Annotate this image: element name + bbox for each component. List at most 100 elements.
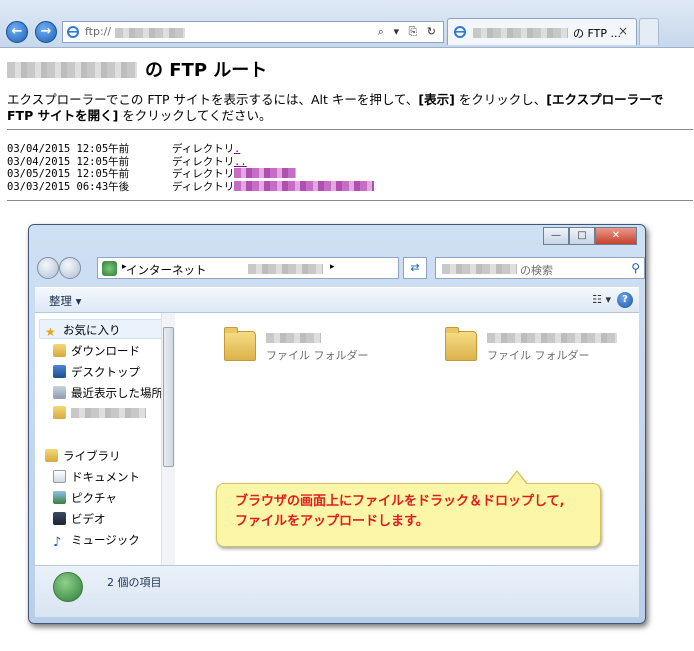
explorer-window: — □ ✕ ▸ インターネット ▸ ⇄ の検索 ⚲ 整理 ▾ ☷ ▾ ? ★ お気…: [28, 224, 646, 624]
minimize-icon[interactable]: —: [543, 227, 569, 245]
nav-recent[interactable]: 最近表示した場所: [53, 385, 163, 401]
tab-label: の FTP ...: [573, 27, 621, 40]
explorer-forward-icon[interactable]: [59, 257, 81, 279]
help-icon[interactable]: ?: [617, 292, 633, 308]
folder-item[interactable]: ファイル フォルダー: [445, 327, 645, 371]
redacted-folder-link[interactable]: [234, 168, 296, 178]
nav-label: 最近表示した場所: [71, 386, 163, 400]
address-bar[interactable]: ftp:// ⌕ ▾ ⎘ ↻: [62, 21, 444, 43]
explorer-body: ★ お気に入り ダウンロード デスクトップ 最近表示した場所 ライブラリ ドキュメ…: [35, 313, 639, 565]
nav-documents[interactable]: ドキュメント: [53, 469, 140, 485]
redacted-host: [115, 28, 185, 38]
nav-libraries[interactable]: ライブラリ: [45, 448, 121, 464]
desktop-icon: [53, 365, 66, 378]
callout-line: ブラウザの画面上にファイルをドラック＆ドロップして,: [235, 494, 565, 509]
nav-pictures[interactable]: ピクチャ: [53, 490, 117, 506]
close-icon[interactable]: ✕: [595, 227, 637, 245]
search-placeholder: の検索: [520, 264, 553, 277]
intro-part: をクリックし、: [454, 92, 547, 107]
nav-downloads[interactable]: ダウンロード: [53, 343, 140, 359]
page-title: の FTP ルート: [7, 56, 267, 82]
nav-label: ライブラリ: [63, 449, 121, 463]
listing-row: 03/04/2015 12:05午前 ディレクトリ.: [7, 141, 374, 155]
divider: [7, 129, 693, 130]
view-options-button[interactable]: ☷ ▾: [592, 293, 611, 306]
ie-tab-icon: [454, 26, 466, 38]
nav-label: お気に入り: [63, 323, 121, 337]
callout-line: ファイルをアップロードします。: [235, 514, 429, 529]
redacted-folder-link[interactable]: [234, 180, 374, 191]
row-date: 03/03/2015 06:43午後: [7, 180, 130, 193]
explorer-nav-bar: ▸ インターネット ▸ ⇄ の検索 ⚲: [37, 255, 645, 281]
redacted-breadcrumb: [248, 264, 323, 274]
address-text: ftp://: [85, 25, 112, 38]
breadcrumb-separator-icon: ▸: [330, 262, 335, 272]
redacted-tab-title: [473, 28, 568, 38]
recent-places-icon: [53, 386, 66, 399]
nav-label: ピクチャ: [71, 491, 117, 505]
organize-button[interactable]: 整理 ▾: [49, 293, 81, 309]
explorer-status-bar: 2 個の項目: [35, 565, 639, 617]
folder-icon: [445, 327, 477, 361]
redacted-folder-name: [71, 408, 146, 418]
tab-close-icon[interactable]: ×: [618, 24, 628, 38]
browser-toolbar: ← → ftp:// ⌕ ▾ ⎘ ↻ の FTP ... ×: [0, 0, 694, 48]
folder-type-label: ファイル フォルダー: [487, 349, 590, 362]
libraries-icon: [45, 449, 58, 462]
nav-label: ビデオ: [71, 512, 106, 526]
forward-arrow-icon[interactable]: →: [35, 21, 57, 43]
explorer-search-input[interactable]: の検索 ⚲: [435, 257, 645, 279]
folder-item[interactable]: ファイル フォルダー: [224, 327, 424, 371]
intro-text: エクスプローラーでこの FTP サイトを表示するには、Alt キーを押して、[表…: [7, 92, 687, 124]
new-tab-button[interactable]: [639, 18, 659, 45]
scrollbar-thumb[interactable]: [163, 327, 174, 467]
intro-part: エクスプローラーでこの FTP サイトを表示するには、Alt キーを押して、: [7, 92, 419, 107]
videos-icon: [53, 512, 66, 525]
pictures-icon: [53, 491, 66, 504]
back-arrow-icon[interactable]: ←: [6, 21, 28, 43]
navigation-pane: ★ お気に入り ダウンロード デスクトップ 最近表示した場所 ライブラリ ドキュメ…: [35, 313, 175, 565]
nav-label: ミュージック: [71, 533, 140, 547]
nav-label: ドキュメント: [71, 470, 140, 484]
address-action-icons[interactable]: ⌕ ▾ ⎘ ↻: [378, 25, 439, 39]
explorer-toolbar: 整理 ▾ ☷ ▾ ?: [35, 287, 639, 313]
breadcrumb-internet[interactable]: インターネット: [126, 262, 207, 278]
listing-row: 03/04/2015 12:05午前 ディレクトリ..: [7, 154, 374, 168]
drag-drop-callout: ブラウザの画面上にファイルをドラック＆ドロップして, ファイルをアップロードしま…: [216, 470, 601, 547]
maximize-icon[interactable]: □: [569, 227, 595, 245]
divider: [7, 200, 693, 201]
redacted-folder-name: [487, 333, 617, 343]
item-count: 2 個の項目: [107, 576, 162, 589]
music-icon: ♪: [53, 535, 62, 550]
explorer-address-bar[interactable]: ▸ インターネット ▸: [97, 257, 399, 279]
folder-type-label: ファイル フォルダー: [266, 349, 369, 362]
nav-label: デスクトップ: [71, 365, 140, 379]
listing-row: 03/03/2015 06:43午後 ディレクトリ: [7, 179, 374, 193]
ie-logo-icon: [67, 26, 79, 38]
nav-label: ダウンロード: [71, 344, 140, 358]
search-icon[interactable]: ⚲: [631, 261, 640, 275]
intro-part: をクリックしてください。: [118, 108, 272, 123]
explorer-back-icon[interactable]: [37, 257, 59, 279]
network-icon: [102, 261, 117, 276]
nav-music[interactable]: ♪ ミュージック: [53, 532, 140, 549]
nav-videos[interactable]: ビデオ: [53, 511, 106, 527]
nav-favorites[interactable]: ★ お気に入り: [45, 322, 121, 339]
row-type: ディレクトリ: [172, 180, 235, 193]
browser-tab[interactable]: の FTP ... ×: [447, 18, 637, 45]
nav-redacted-folder[interactable]: [53, 406, 146, 420]
network-folder-icon: [53, 572, 83, 602]
downloads-folder-icon: [53, 344, 66, 357]
folder-icon: [53, 406, 66, 419]
refresh-icon[interactable]: ⇄: [403, 257, 427, 279]
directory-listing: 03/04/2015 12:05午前 ディレクトリ. 03/04/2015 12:…: [7, 141, 374, 193]
folder-icon: [224, 327, 256, 361]
intro-view-menu: [表示]: [418, 92, 455, 107]
nav-scrollbar[interactable]: [161, 313, 175, 565]
nav-desktop[interactable]: デスクトップ: [53, 364, 140, 380]
page-title-text: の FTP ルート: [145, 60, 268, 81]
redacted-folder-name: [266, 333, 321, 343]
documents-icon: [53, 470, 66, 483]
redacted-site-name: [7, 62, 137, 78]
star-icon: ★: [45, 325, 56, 339]
